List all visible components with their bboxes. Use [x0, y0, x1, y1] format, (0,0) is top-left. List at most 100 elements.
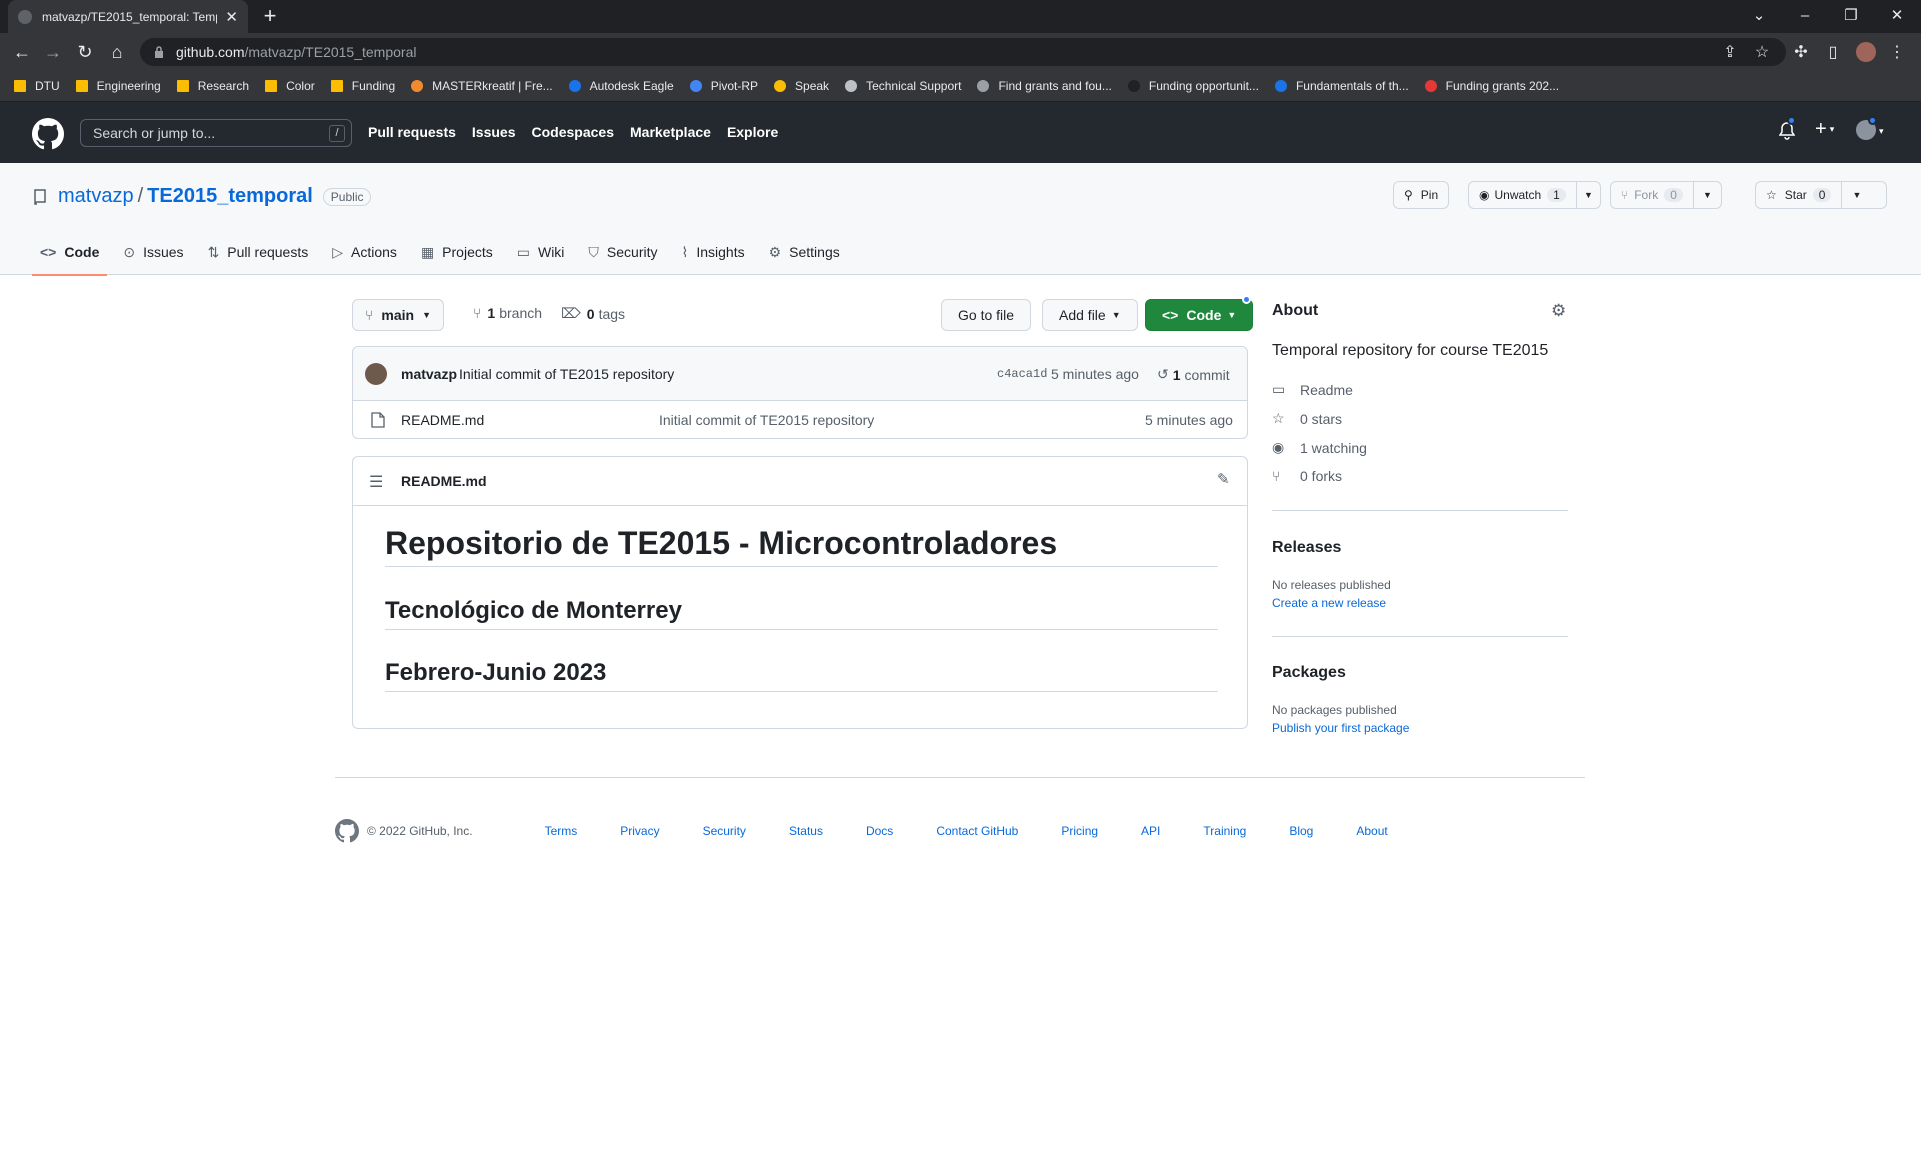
commit-count-link[interactable]: ↺ 1 commit — [1157, 366, 1230, 383]
watchers-link[interactable]: ◉ 1 watching — [1272, 439, 1367, 456]
footer-link-status[interactable]: Status — [789, 824, 823, 838]
github-logo-icon[interactable] — [32, 118, 64, 150]
address-bar[interactable]: github.com/matvazp/TE2015_temporal — [140, 38, 1786, 66]
repo-owner-link[interactable]: matvazp — [58, 185, 134, 208]
gear-icon[interactable]: ⚙ — [1551, 301, 1566, 321]
footer-link-terms[interactable]: Terms — [545, 824, 578, 838]
bookmark-item[interactable]: Pivot-RP — [689, 79, 758, 93]
share-icon[interactable]: ⇪ — [1719, 41, 1741, 63]
unwatch-button[interactable]: ◉ Unwatch 1 ▼ — [1468, 181, 1601, 209]
pin-button[interactable]: ⚲ Pin — [1393, 181, 1450, 209]
footer-link-training[interactable]: Training — [1203, 824, 1246, 838]
bookmark-item[interactable]: Autodesk Eagle — [568, 79, 674, 93]
tab-search-icon[interactable]: ⌄ — [1736, 0, 1782, 30]
tab-insights[interactable]: ⌇ Insights — [674, 229, 753, 275]
branches-link[interactable]: ⑂ 1 branch — [473, 305, 542, 321]
footer-link-pricing[interactable]: Pricing — [1061, 824, 1098, 838]
footer-link-security[interactable]: Security — [703, 824, 746, 838]
commit-message[interactable]: Initial commit of TE2015 repository — [459, 366, 674, 382]
bookmark-item[interactable]: Color — [265, 79, 315, 93]
extensions-icon[interactable]: ✣ — [1790, 41, 1812, 63]
code-button[interactable]: <> Code ▼ — [1145, 299, 1254, 331]
commit-sha[interactable]: c4aca1d — [997, 367, 1047, 381]
globe-icon — [845, 80, 858, 92]
new-tab-button[interactable]: + — [258, 5, 282, 29]
releases-title[interactable]: Releases — [1272, 539, 1341, 557]
reload-icon[interactable]: ↻ — [72, 39, 98, 65]
readme-filename[interactable]: README.md — [401, 473, 487, 489]
repo-name-link[interactable]: TE2015_temporal — [147, 185, 313, 208]
footer-link-api[interactable]: API — [1141, 824, 1160, 838]
pencil-icon[interactable]: ✎ — [1217, 470, 1230, 488]
restore-button[interactable]: ❐ — [1828, 0, 1874, 30]
bookmark-item[interactable]: Funding — [330, 79, 395, 93]
chevron-down-icon[interactable]: ▼ — [1692, 182, 1721, 208]
readme-link[interactable]: ▭ Readme — [1272, 381, 1353, 398]
pin-label: Pin — [1420, 188, 1439, 202]
go-to-file-button[interactable]: Go to file — [941, 299, 1032, 331]
nav-pull-requests[interactable]: Pull requests — [368, 124, 456, 140]
footer-link-docs[interactable]: Docs — [866, 824, 893, 838]
add-file-button[interactable]: Add file ▼ — [1042, 299, 1138, 331]
bookmark-item[interactable]: DTU — [14, 79, 60, 93]
profile-avatar[interactable] — [1855, 41, 1877, 63]
home-icon[interactable]: ⌂ — [104, 39, 130, 65]
stars-link[interactable]: ☆ 0 stars — [1272, 410, 1342, 427]
tab-projects[interactable]: ▦ Projects — [413, 229, 501, 275]
branch-select-button[interactable]: ⑂ main ▼ — [352, 299, 445, 331]
chevron-down-icon[interactable]: ▼ — [1575, 182, 1600, 208]
tab-wiki[interactable]: ▭ Wiki — [509, 229, 573, 275]
user-avatar[interactable]: ▾ — [1856, 116, 1884, 140]
browser-tab[interactable]: matvazp/TE2015_temporal: Temp ✕ — [8, 0, 248, 33]
publish-package-link[interactable]: Publish your first package — [1272, 721, 1409, 735]
packages-title[interactable]: Packages — [1272, 664, 1346, 682]
nav-explore[interactable]: Explore — [727, 124, 778, 140]
bookmark-item[interactable]: Funding grants 202... — [1424, 79, 1559, 93]
bookmark-item[interactable]: Research — [176, 79, 249, 93]
bookmark-item[interactable]: Funding opportunit... — [1127, 79, 1259, 93]
outline-list-icon[interactable]: ☰ — [369, 472, 383, 492]
tab-actions[interactable]: ▷ Actions — [324, 229, 405, 275]
footer-link-contact[interactable]: Contact GitHub — [936, 824, 1018, 838]
bookmark-item[interactable]: Engineering — [75, 79, 161, 93]
bookmark-item[interactable]: Fundamentals of th... — [1274, 79, 1409, 93]
close-window-button[interactable]: ✕ — [1874, 0, 1920, 30]
back-icon[interactable]: ← — [9, 39, 35, 65]
close-tab-icon[interactable]: ✕ — [225, 8, 238, 26]
tags-link[interactable]: ⌦ 0 tags — [561, 305, 625, 322]
bookmark-item[interactable]: MASTERkreatif | Fre... — [411, 79, 553, 93]
bell-icon[interactable] — [1779, 116, 1796, 140]
footer-link-privacy[interactable]: Privacy — [620, 824, 659, 838]
create-release-link[interactable]: Create a new release — [1272, 596, 1386, 610]
branch-icon: ⑂ — [473, 305, 482, 321]
bookmark-star-icon[interactable]: ☆ — [1751, 41, 1773, 63]
minimize-button[interactable]: – — [1782, 0, 1828, 30]
search-input[interactable]: Search or jump to... / — [80, 119, 352, 147]
file-commit-message[interactable]: Initial commit of TE2015 repository — [659, 412, 874, 428]
tab-security[interactable]: ⛉ Security — [580, 229, 665, 275]
commit-author[interactable]: matvazp — [401, 366, 457, 382]
chevron-down-icon[interactable]: ▼ — [1841, 182, 1871, 208]
github-logo-icon[interactable] — [335, 819, 359, 843]
star-button[interactable]: ☆ Star 0 ▼ — [1755, 181, 1887, 209]
author-avatar[interactable] — [365, 363, 387, 385]
side-panel-icon[interactable]: ▯ — [1822, 41, 1844, 63]
bookmark-item[interactable]: Speak — [774, 79, 829, 93]
forks-link[interactable]: ⑂ 0 forks — [1272, 468, 1342, 484]
bookmark-item[interactable]: Find grants and fou... — [977, 79, 1112, 93]
footer-link-blog[interactable]: Blog — [1289, 824, 1313, 838]
tab-settings[interactable]: ⚙ Settings — [761, 229, 848, 275]
file-name-link[interactable]: README.md — [401, 412, 484, 428]
tab-pull-requests[interactable]: ⇅ Pull requests — [200, 229, 317, 275]
menu-icon[interactable]: ⋮ — [1886, 41, 1908, 63]
nav-codespaces[interactable]: Codespaces — [532, 124, 614, 140]
fork-button[interactable]: ⑂ Fork 0 ▼ — [1610, 181, 1722, 209]
bookmark-item[interactable]: Technical Support — [845, 79, 961, 93]
footer-link-about[interactable]: About — [1356, 824, 1387, 838]
create-new-button[interactable]: + ▾ — [1815, 118, 1834, 141]
nav-marketplace[interactable]: Marketplace — [630, 124, 711, 140]
tab-issues[interactable]: ⊙ Issues — [115, 229, 191, 275]
forward-icon[interactable]: → — [40, 39, 66, 65]
tab-code[interactable]: <> Code — [32, 229, 108, 276]
nav-issues[interactable]: Issues — [472, 124, 516, 140]
